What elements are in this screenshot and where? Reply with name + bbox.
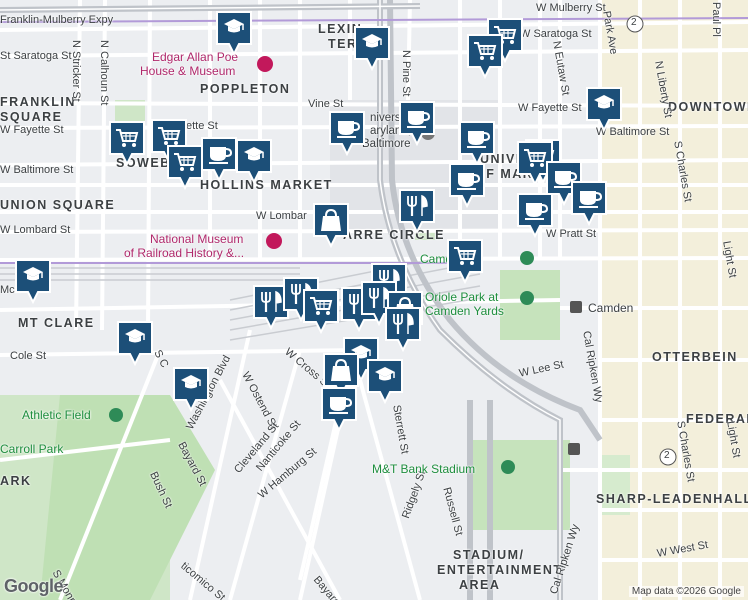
street-label: ette St	[186, 120, 218, 132]
coffee-icon	[201, 137, 237, 182]
coffee-icon	[329, 111, 365, 156]
poi-oriole-park[interactable]: Oriole Park at	[425, 290, 498, 304]
district-downtown: DOWNTOWN	[668, 100, 748, 114]
shopping-bag-marker[interactable]	[312, 202, 350, 248]
school-icon	[15, 259, 51, 304]
school-icon	[354, 26, 390, 71]
shopping-cart-marker[interactable]	[108, 120, 146, 166]
street-label: W Baltimore St	[0, 164, 74, 176]
coffee-marker[interactable]	[448, 162, 486, 208]
street-label: Paul Pl	[710, 2, 722, 37]
street-label: W Fayette St	[518, 102, 582, 114]
street-label: W Lombar	[256, 210, 307, 222]
street-label: Cole St	[10, 350, 47, 362]
map-attribution: Map data ©2026 Google	[628, 586, 744, 597]
school-marker[interactable]	[366, 358, 404, 404]
restaurant-icon	[385, 307, 421, 352]
poi-railroad-museum[interactable]: of Railroad History &...	[124, 246, 244, 260]
street-label: N Calhoun St	[98, 40, 110, 106]
school-marker[interactable]	[172, 366, 210, 412]
poi-mt-bank-stadium[interactable]: M&T Bank Stadium	[372, 462, 475, 476]
school-marker[interactable]	[116, 320, 154, 366]
shopping-cart-marker[interactable]	[466, 33, 504, 79]
route-2-shield: 2	[631, 17, 637, 28]
district-union-square: UNION SQUARE	[0, 198, 116, 212]
coffee-marker[interactable]	[398, 100, 436, 146]
district-park: ARK	[0, 474, 32, 488]
school-marker[interactable]	[353, 25, 391, 71]
coffee-marker[interactable]	[458, 120, 496, 166]
google-logo: Google	[4, 576, 64, 596]
coffee-icon	[321, 387, 357, 432]
cart-icon	[167, 145, 203, 190]
poi-oriole-park[interactable]: Camden Yards	[425, 304, 504, 318]
street-label: N Stricker St	[70, 40, 82, 102]
coffee-marker[interactable]	[570, 180, 608, 226]
shopping-cart-marker[interactable]	[446, 238, 484, 284]
street-label: W Saratoga St	[520, 28, 592, 40]
shopping-cart-marker[interactable]	[166, 144, 204, 190]
district-stadium: STADIUM/	[453, 548, 525, 562]
poi-poe-house[interactable]: House & Museum	[140, 64, 235, 78]
street-label: W Lombard St	[0, 224, 71, 236]
school-marker[interactable]	[235, 138, 273, 184]
district-poppleton: POPPLETON	[200, 82, 291, 96]
street-label: W Fayette St	[0, 124, 64, 136]
street-label: N Pine St	[400, 50, 412, 97]
coffee-marker[interactable]	[328, 110, 366, 156]
coffee-marker[interactable]	[516, 192, 554, 238]
poi-railroad-museum[interactable]: National Museum	[150, 232, 243, 246]
coffee-icon	[459, 121, 495, 166]
school-icon	[117, 321, 153, 366]
coffee-icon	[517, 193, 553, 238]
poi-athletic-field[interactable]: Athletic Field	[22, 408, 91, 422]
district-sharp-leadenhall: SHARP-LEADENHALL	[596, 492, 748, 506]
school-marker[interactable]	[14, 258, 52, 304]
district-stadium: ENTERTAINMENT	[437, 563, 563, 577]
coffee-icon	[399, 101, 435, 146]
coffee-marker[interactable]	[320, 386, 358, 432]
street-label: Franklin-Mulberry Expy	[0, 14, 114, 26]
cart-icon	[447, 239, 483, 284]
coffee-marker[interactable]	[200, 136, 238, 182]
shopping-cart-marker[interactable]	[302, 288, 340, 334]
route-2-shield: 2	[664, 450, 670, 461]
school-icon	[367, 359, 403, 404]
coffee-icon	[571, 181, 607, 226]
school-icon	[216, 11, 252, 56]
district-franklin-square: SQUARE	[0, 110, 63, 124]
school-marker[interactable]	[585, 86, 623, 132]
school-icon	[586, 87, 622, 132]
district-mt-clare: MT CLARE	[18, 316, 95, 330]
cart-icon	[303, 289, 339, 334]
street-label: W Mulberry St	[536, 2, 606, 14]
map-canvas[interactable]: LEXIN TERR POPPLETON DOWNTOWN FRANKLIN S…	[0, 0, 748, 600]
coffee-icon	[449, 163, 485, 208]
street-label: St Saratoga St	[0, 50, 72, 62]
district-federal-hill: FEDERAL	[686, 412, 748, 426]
restaurant-marker[interactable]	[398, 188, 436, 234]
street-label: Camden	[588, 301, 634, 315]
restaurant-marker[interactable]	[384, 306, 422, 352]
poi-carroll-park[interactable]: Carroll Park	[0, 442, 63, 456]
cart-icon	[109, 121, 145, 166]
cart-icon	[467, 34, 503, 79]
school-icon	[236, 139, 272, 184]
district-stadium: AREA	[459, 578, 501, 592]
district-franklin-square: FRANKLIN	[0, 95, 76, 109]
restaurant-icon	[399, 189, 435, 234]
bag-icon	[313, 203, 349, 248]
district-otterbein: OTTERBEIN	[652, 350, 738, 364]
school-icon	[173, 367, 209, 412]
school-marker[interactable]	[215, 10, 253, 56]
street-label: Vine St	[308, 98, 344, 110]
